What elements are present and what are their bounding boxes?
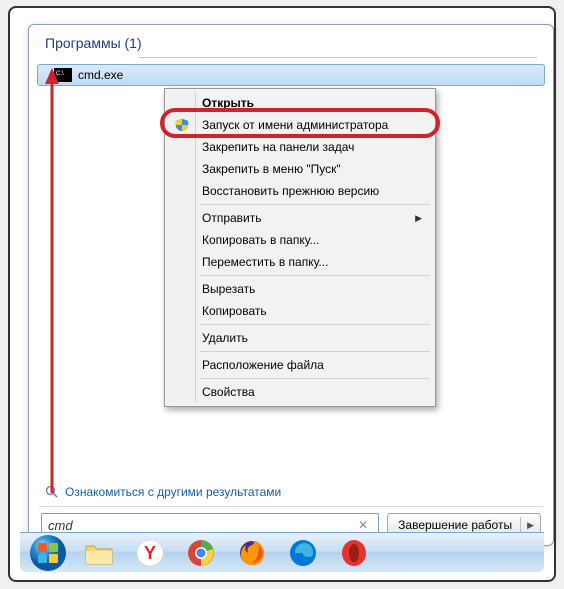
menu-item-copy-to[interactable]: Копировать в папку...: [168, 229, 432, 251]
menu-item-run-as-admin[interactable]: Запуск от имени администратора: [168, 114, 432, 136]
menu-item-copy[interactable]: Копировать: [168, 300, 432, 322]
menu-item-restore[interactable]: Восстановить прежнюю версию: [168, 180, 432, 202]
menu-item-location[interactable]: Расположение файла: [168, 354, 432, 376]
menu-separator: [200, 351, 430, 352]
result-label: cmd.exe: [78, 68, 123, 82]
section-divider: [139, 57, 537, 58]
taskbar-opera[interactable]: [330, 536, 378, 570]
taskbar-explorer[interactable]: [75, 536, 123, 570]
menu-separator: [200, 378, 430, 379]
search-input[interactable]: [48, 518, 354, 533]
taskbar-yandex[interactable]: Y: [126, 536, 174, 570]
search-icon: [45, 485, 59, 499]
screenshot-frame: Программы (1) C:\ cmd.exe Ознакомиться с…: [8, 6, 556, 582]
shutdown-label: Завершение работы: [398, 518, 512, 532]
taskbar: Y: [20, 532, 544, 572]
more-results-label: Ознакомиться с другими результатами: [65, 485, 281, 499]
section-title: Программы (1): [45, 35, 142, 51]
menu-separator: [200, 275, 430, 276]
menu-item-open[interactable]: Открыть: [168, 92, 432, 114]
menu-item-move-to[interactable]: Переместить в папку...: [168, 251, 432, 273]
programs-section-header: Программы (1): [29, 25, 553, 55]
menu-separator: [200, 324, 430, 325]
clear-search-button[interactable]: ✕: [354, 518, 372, 532]
menu-item-cut[interactable]: Вырезать: [168, 278, 432, 300]
menu-item-delete[interactable]: Удалить: [168, 327, 432, 349]
more-results-link[interactable]: Ознакомиться с другими результатами: [45, 485, 281, 499]
menu-item-properties[interactable]: Свойства: [168, 381, 432, 403]
uac-shield-icon: [174, 117, 190, 133]
taskbar-firefox[interactable]: [228, 536, 276, 570]
menu-item-pin-taskbar[interactable]: Закрепить на панели задач: [168, 136, 432, 158]
chevron-right-icon[interactable]: ▶: [527, 520, 534, 531]
cmd-icon: C:\: [54, 68, 72, 82]
svg-text:C:\: C:\: [56, 71, 64, 77]
start-button[interactable]: [24, 536, 72, 570]
menu-separator: [200, 204, 430, 205]
bottom-divider: [39, 506, 543, 507]
svg-text:Y: Y: [144, 543, 156, 563]
menu-item-send-to[interactable]: Отправить▶: [168, 207, 432, 229]
search-result-cmd[interactable]: C:\ cmd.exe: [37, 64, 545, 86]
context-menu: Открыть Запуск от имени администратора З…: [164, 88, 436, 407]
menu-item-pin-start[interactable]: Закрепить в меню "Пуск": [168, 158, 432, 180]
taskbar-edge[interactable]: [279, 536, 327, 570]
shutdown-separator: [520, 517, 521, 533]
taskbar-chrome[interactable]: [177, 536, 225, 570]
submenu-arrow-icon: ▶: [415, 213, 422, 224]
